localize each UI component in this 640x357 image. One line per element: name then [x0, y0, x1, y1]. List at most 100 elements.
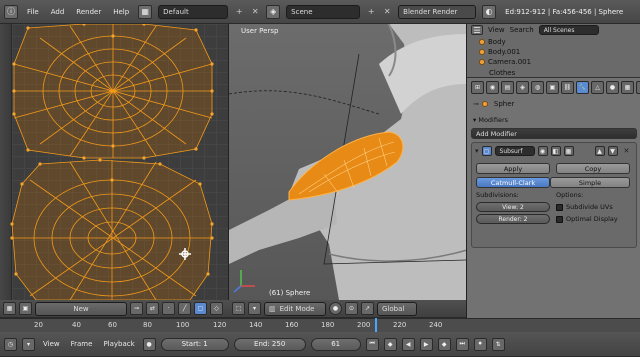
modifiers-tab-icon[interactable]: 🔧	[576, 81, 589, 94]
new-image-button[interactable]: New	[35, 301, 127, 316]
pivot-icon[interactable]: ⊙	[345, 302, 358, 315]
screen-layout-icon[interactable]: ▦	[138, 4, 153, 19]
timeline-frame-menu[interactable]: Frame	[68, 340, 96, 348]
timeline-menu-icon[interactable]: ▾	[22, 337, 35, 351]
view3d-type-icon[interactable]: ⬚	[232, 302, 245, 315]
uv-vertex-select-icon[interactable]: ·	[162, 302, 175, 315]
render-levels-field[interactable]: Render: 2	[476, 214, 550, 224]
object-tab-icon[interactable]: ▣	[546, 81, 559, 94]
shading-icon[interactable]: ●	[329, 302, 342, 315]
timeline-ruler[interactable]: 20 40 60 80 100 120 140 160 180 200 220 …	[0, 318, 640, 332]
play-icon[interactable]: ▶	[419, 337, 433, 351]
keying-icon[interactable]: ●	[142, 337, 156, 351]
outliner[interactable]: ☰ View Search All Scenes Body Body.001 C…	[467, 24, 640, 78]
uv-face-select-icon[interactable]: ▢	[194, 302, 207, 315]
copy-button[interactable]: Copy	[556, 163, 630, 174]
manipulator-icon[interactable]: ↗	[361, 302, 374, 315]
start-frame-field[interactable]: Start: 1	[160, 337, 229, 351]
axis-gizmo	[233, 270, 255, 293]
outliner-view-menu[interactable]: View	[488, 26, 505, 34]
object-icon	[479, 39, 485, 45]
layout-select[interactable]: Default	[158, 4, 229, 19]
context-path: ⊸ Spher	[473, 100, 514, 108]
timeline-view-menu[interactable]: View	[40, 340, 63, 348]
uv-image-icon[interactable]: ▣	[19, 302, 32, 315]
add-scene-icon[interactable]: +	[366, 6, 376, 18]
editor-type-icon[interactable]: ⓘ	[4, 4, 18, 19]
menu-file[interactable]: File	[24, 8, 42, 16]
remove-modifier-icon[interactable]: ✕	[624, 147, 630, 155]
record-icon[interactable]: ⏺	[473, 337, 487, 351]
modifiers-header[interactable]: ▾ Modifiers	[473, 116, 508, 124]
uv-island-select-icon[interactable]: ◇	[210, 302, 223, 315]
object-label: (61) Sphere	[269, 289, 311, 297]
uv-mesh[interactable]	[0, 24, 228, 300]
timeline-playback-menu[interactable]: Playback	[100, 340, 137, 348]
catmull-clark-toggle[interactable]: Catmull-Clark	[476, 177, 550, 188]
constraints-tab-icon[interactable]: ⛓	[561, 81, 574, 94]
playhead[interactable]	[375, 318, 377, 332]
outliner-filter-select[interactable]: All Scenes	[538, 25, 599, 35]
modifier-name-field[interactable]: Subsurf	[494, 146, 535, 156]
outliner-item[interactable]: Clothes	[467, 68, 640, 78]
jump-start-icon[interactable]: ⏮	[365, 337, 379, 351]
particles-tab-icon[interactable]: ✦	[636, 81, 640, 94]
mode-select[interactable]: ▥ Edit Mode	[264, 301, 326, 316]
delete-layout-icon[interactable]: ✕	[250, 6, 260, 18]
frame-tick: 80	[143, 321, 152, 329]
menu-help[interactable]: Help	[110, 8, 132, 16]
view-levels-field[interactable]: View: 2	[476, 202, 550, 212]
add-layout-icon[interactable]: +	[234, 6, 244, 18]
collapse-icon[interactable]: ▾	[475, 147, 479, 155]
apply-button[interactable]: Apply	[476, 163, 550, 174]
editmode-toggle-icon[interactable]: ▦	[563, 146, 574, 156]
uv-edge-select-icon[interactable]: ╱	[178, 302, 191, 315]
optimal-display-checkbox[interactable]: Optimal Display	[556, 215, 618, 223]
menu-add[interactable]: Add	[48, 8, 68, 16]
material-tab-icon[interactable]: ●	[606, 81, 619, 94]
outliner-type-icon[interactable]: ☰	[471, 25, 483, 35]
uv-pin-icon[interactable]: ⊸	[130, 302, 143, 315]
3d-viewport[interactable]: User Persp (61) Sphere	[228, 24, 466, 300]
move-up-icon[interactable]: ▲	[594, 146, 605, 156]
scene-icon[interactable]: ◈	[266, 4, 281, 19]
frame-tick: 160	[285, 321, 299, 329]
sync-icon[interactable]: ⇅	[491, 337, 505, 351]
move-down-icon[interactable]: ▼	[607, 146, 618, 156]
view3d-menu-icon[interactable]: ▾	[248, 302, 261, 315]
simple-toggle[interactable]: Simple	[550, 177, 630, 188]
character-model[interactable]	[229, 24, 466, 300]
properties-type-icon[interactable]: ⊞	[471, 81, 484, 94]
uv-editor[interactable]	[0, 24, 228, 300]
play-reverse-icon[interactable]: ◀	[401, 337, 415, 351]
timeline-type-icon[interactable]: ◷	[4, 337, 17, 351]
prev-key-icon[interactable]: ◆	[383, 337, 397, 351]
scene-tab-icon[interactable]: ◈	[516, 81, 529, 94]
frame-tick: 240	[429, 321, 443, 329]
end-frame-field[interactable]: End: 250	[233, 337, 306, 351]
uv-sync-icon[interactable]: ⇄	[146, 302, 159, 315]
viewport-toggle-icon[interactable]: ◧	[550, 146, 561, 156]
outliner-item[interactable]: Body	[467, 37, 640, 47]
layers-tab-icon[interactable]: ▤	[501, 81, 514, 94]
subdivide-uvs-checkbox[interactable]: Subdivide UVs	[556, 203, 613, 211]
texture-tab-icon[interactable]: ▦	[621, 81, 634, 94]
add-modifier-select[interactable]: Add Modifier	[471, 128, 637, 139]
data-tab-icon[interactable]: △	[591, 81, 604, 94]
orientation-select[interactable]: Global	[377, 301, 417, 316]
world-tab-icon[interactable]: ◍	[531, 81, 544, 94]
pin-icon[interactable]: ⊸	[473, 100, 479, 108]
uv-editor-type-icon[interactable]: ▦	[3, 302, 16, 315]
outliner-search-menu[interactable]: Search	[510, 26, 534, 34]
jump-end-icon[interactable]: ⏭	[455, 337, 469, 351]
delete-scene-icon[interactable]: ✕	[382, 6, 392, 18]
current-frame-field[interactable]: 61	[310, 337, 361, 351]
next-key-icon[interactable]: ◆	[437, 337, 451, 351]
outliner-item[interactable]: Body.001	[467, 47, 640, 57]
scene-select[interactable]: Scene	[286, 4, 361, 19]
render-toggle-icon[interactable]: ◉	[537, 146, 548, 156]
render-engine-select[interactable]: Blender Render	[398, 4, 477, 19]
outliner-item[interactable]: Camera.001	[467, 57, 640, 67]
menu-render[interactable]: Render	[73, 8, 104, 16]
render-tab-icon[interactable]: ◉	[486, 81, 499, 94]
